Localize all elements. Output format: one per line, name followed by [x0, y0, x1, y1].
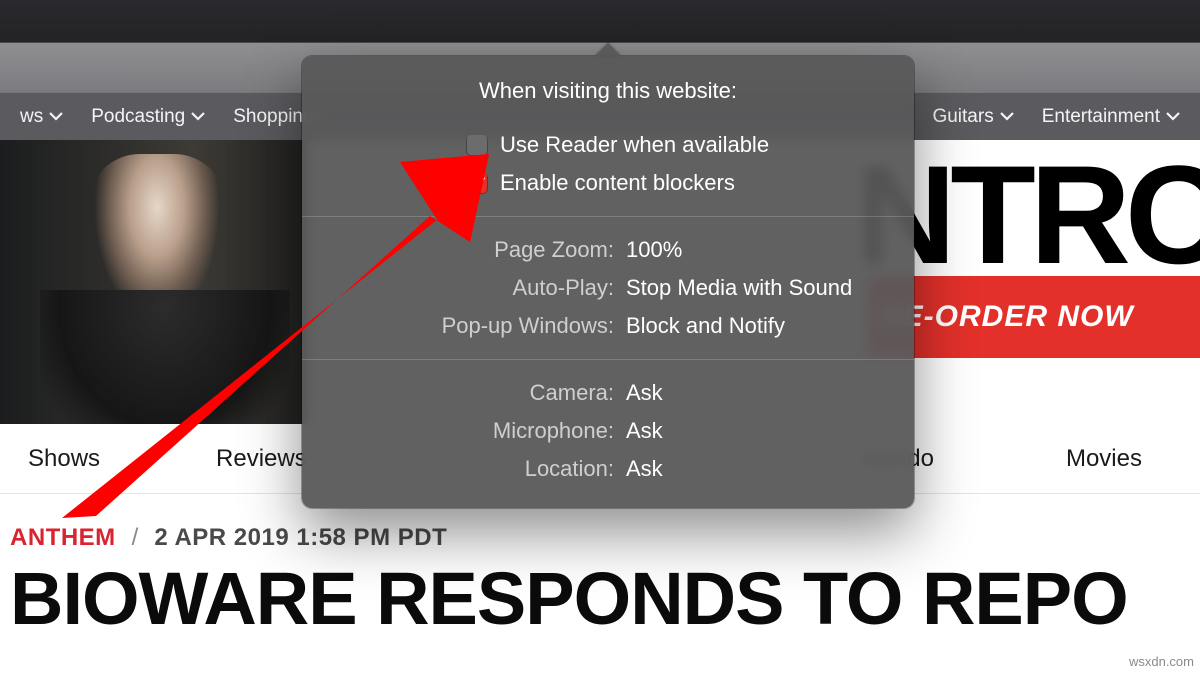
divider	[302, 216, 914, 217]
microphone-row[interactable]: Microphone: Ask	[330, 412, 886, 450]
location-label: Location:	[330, 456, 626, 482]
content-blockers-row[interactable]: Enable content blockers	[330, 164, 886, 202]
microphone-label: Microphone:	[330, 418, 626, 444]
page-zoom-value: 100%	[626, 237, 682, 263]
location-value: Ask	[626, 456, 663, 482]
use-reader-row[interactable]: Use Reader when available	[330, 126, 886, 164]
window-titlebar	[0, 0, 1200, 42]
use-reader-label: Use Reader when available	[500, 132, 769, 158]
chevron-down-icon	[49, 112, 63, 121]
nav-item-guitars[interactable]: Guitars	[918, 93, 1027, 140]
nav-item-podcasting[interactable]: Podcasting	[77, 93, 219, 140]
auto-play-row[interactable]: Auto-Play: Stop Media with Sound	[330, 269, 886, 307]
nav-label: Entertainment	[1042, 106, 1160, 128]
article-category[interactable]: ANTHEM	[10, 524, 116, 552]
camera-row[interactable]: Camera: Ask	[330, 374, 886, 412]
nav-item-ws[interactable]: ws	[6, 93, 77, 140]
popup-windows-value: Block and Notify	[626, 313, 785, 339]
page-zoom-label: Page Zoom:	[330, 237, 626, 263]
popup-windows-row[interactable]: Pop-up Windows: Block and Notify	[330, 307, 886, 345]
divider	[302, 359, 914, 360]
use-reader-checkbox[interactable]	[466, 134, 488, 156]
article-header: ANTHEM / 2 APR 2019 1:58 PM PDT BIOWARE …	[10, 524, 1200, 641]
chevron-down-icon	[1166, 112, 1180, 121]
preorder-button[interactable]: RE-ORDER NOW	[868, 276, 1200, 358]
microphone-value: Ask	[626, 418, 663, 444]
meta-separator: /	[132, 524, 139, 552]
camera-label: Camera:	[330, 380, 626, 406]
nav-item-entertainment[interactable]: Entertainment	[1028, 93, 1194, 140]
article-date: 2 APR 2019 1:58 PM PDT	[154, 524, 447, 552]
popover-arrow	[594, 43, 622, 57]
preorder-label: RE-ORDER NOW	[880, 300, 1134, 334]
auto-play-label: Auto-Play:	[330, 275, 626, 301]
chevron-down-icon	[191, 112, 205, 121]
article-meta: ANTHEM / 2 APR 2019 1:58 PM PDT	[10, 524, 1200, 552]
website-settings-popover: When visiting this website: Use Reader w…	[302, 56, 914, 508]
subnav-item-shows[interactable]: Shows	[0, 445, 128, 473]
content-blockers-label: Enable content blockers	[500, 170, 735, 196]
nav-label: ws	[20, 106, 43, 128]
popup-windows-label: Pop-up Windows:	[330, 313, 626, 339]
nav-label: Podcasting	[91, 106, 185, 128]
article-headline: BIOWARE RESPONDS TO REPO	[10, 556, 1200, 641]
auto-play-value: Stop Media with Sound	[626, 275, 852, 301]
subnav-item-movies[interactable]: Movies	[1038, 445, 1170, 473]
chevron-down-icon	[1000, 112, 1014, 121]
content-blockers-checkbox[interactable]	[466, 172, 488, 194]
camera-value: Ask	[626, 380, 663, 406]
hero-image	[0, 140, 308, 424]
location-row[interactable]: Location: Ask	[330, 450, 886, 488]
watermark: wsxdn.com	[1129, 654, 1194, 669]
popover-title: When visiting this website:	[302, 56, 914, 118]
nav-label: Guitars	[932, 106, 993, 128]
page-zoom-row[interactable]: Page Zoom: 100%	[330, 231, 886, 269]
